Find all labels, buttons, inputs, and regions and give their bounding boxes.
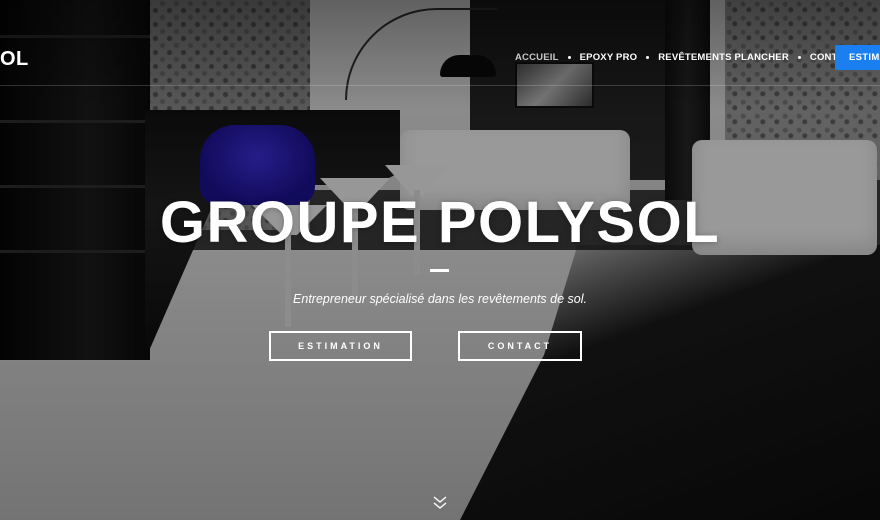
- estimation-cta-button[interactable]: ESTIMA: [835, 45, 880, 70]
- hero-subtitle: Entrepreneur spécialisé dans les revêtem…: [293, 292, 587, 306]
- chevron-double-down-icon[interactable]: [432, 494, 448, 512]
- nav-separator: [797, 55, 801, 59]
- nav-item-revetements-plancher[interactable]: REVÊTEMENTS PLANCHER: [658, 46, 789, 69]
- header-divider: [0, 85, 880, 86]
- contact-button[interactable]: CONTACT: [458, 331, 582, 361]
- nav-item-epoxy-pro[interactable]: EPOXY PRO: [580, 46, 638, 69]
- site-logo[interactable]: OL: [0, 49, 29, 69]
- main-nav: ACCUEIL EPOXY PRO REVÊTEMENTS PLANCHER C…: [515, 45, 857, 69]
- nav-item-accueil[interactable]: ACCUEIL: [515, 46, 559, 69]
- hero-divider: [430, 269, 449, 272]
- chevron-double-down-svg: [433, 496, 447, 509]
- site-header: OL ACCUEIL EPOXY PRO REVÊTEMENTS PLANCHE…: [0, 0, 880, 120]
- hero-title: GROUPE POLYSOL: [159, 190, 721, 255]
- nav-separator: [646, 55, 650, 59]
- estimation-button[interactable]: ESTIMATION: [269, 331, 412, 361]
- nav-separator: [567, 55, 571, 59]
